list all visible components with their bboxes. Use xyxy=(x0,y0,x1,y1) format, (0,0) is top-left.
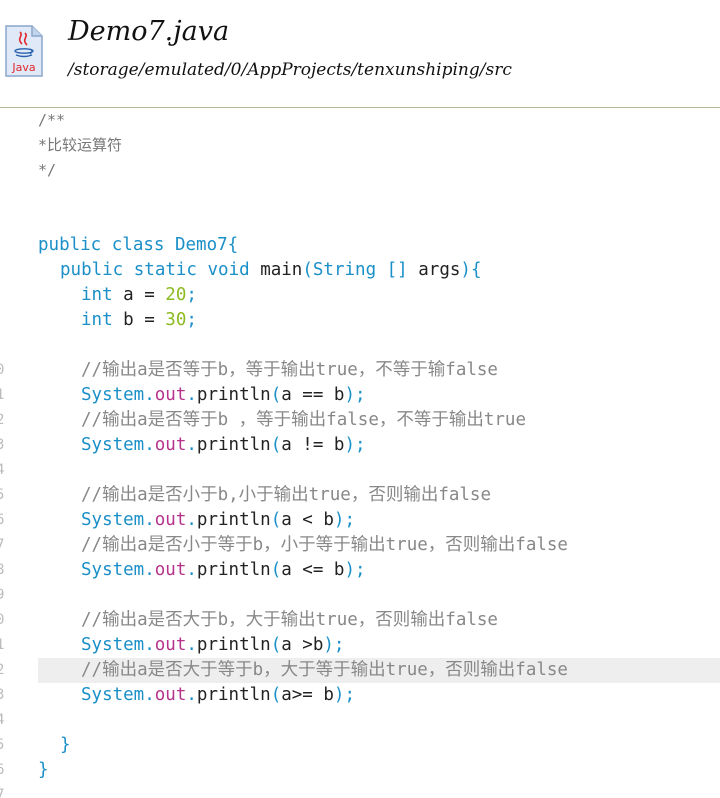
comment: //输出a是否小于等于b，小于等于输出true，否则输出false xyxy=(81,535,568,555)
class-name: Demo7{ xyxy=(174,235,239,255)
current-code-line[interactable]: //输出a是否大于等于b，大于等于输出true，否则输出false xyxy=(38,658,720,683)
code-line[interactable]: 3 //输出a是否等于b ，等于输出false，不等于输出true xyxy=(0,408,720,453)
comment: //输出a是否大于b，大于输出true，否则输出false xyxy=(81,610,498,630)
doc-comment-open: /** xyxy=(38,111,66,129)
code-line[interactable]: *比较运算符 xyxy=(0,133,720,158)
main-name: main xyxy=(260,260,303,280)
code-line[interactable]: int b = 30; xyxy=(0,308,720,333)
code-line[interactable]: 4 System.out.println(a != b); xyxy=(0,433,720,478)
code-line[interactable]: 1 //输出a是否大于b，大于输出true，否则输出false xyxy=(0,608,720,653)
code-line[interactable]: 7 } xyxy=(0,758,720,798)
code-line[interactable]: 6 //输出a是否小于b,小于输出true，否则输出false xyxy=(0,483,720,528)
closing-brace: } xyxy=(60,735,71,755)
code-line[interactable]: public class Demo7{ xyxy=(0,233,720,258)
java-file-icon: Java xyxy=(4,24,44,78)
code-line[interactable]: 7 System.out.println(a < b); xyxy=(0,508,720,553)
code-line[interactable]: 2 System.out.println(a == b); xyxy=(0,383,720,428)
code-editor[interactable]: /** *比较运算符 */ public class Demo7{ public… xyxy=(0,108,720,798)
gutter-cell: 3 xyxy=(0,658,38,703)
file-path: /storage/emulated/0/AppProjects/tenxunsh… xyxy=(68,60,512,80)
code-line[interactable]: 4 System.out.println(a>= b); xyxy=(0,683,720,728)
comment: //输出a是否大于等于b，大于等于输出true，否则输出false xyxy=(81,660,568,680)
code-line[interactable]: 2 System.out.println(a >b); xyxy=(0,633,720,678)
comment: //输出a是否等于b ，等于输出false，不等于输出true xyxy=(81,410,527,430)
code-line[interactable]: 0 xyxy=(0,583,720,628)
code-line[interactable]: 6 } xyxy=(0,733,720,778)
code-line[interactable]: 5 xyxy=(0,708,720,753)
line-number: 7 xyxy=(0,787,5,798)
comment: //输出a是否等于b，等于输出true，不等于输false xyxy=(81,360,498,380)
code-line[interactable]: 5 xyxy=(0,458,720,503)
main-modifiers: public static void xyxy=(60,260,261,280)
code-line[interactable]: 8 //输出a是否小于等于b，小于等于输出true，否则输出false xyxy=(0,533,720,578)
doc-comment-close: */ xyxy=(38,161,57,179)
closing-brace: } xyxy=(38,760,49,780)
comment: //输出a是否小于b,小于输出true，否则输出false xyxy=(81,485,492,505)
doc-comment-desc: *比较运算符 xyxy=(38,136,123,154)
editor-header: Java Demo7.java /storage/emulated/0/AppP… xyxy=(0,0,720,108)
param-type: String [] xyxy=(312,260,419,280)
param-name: args xyxy=(418,260,461,280)
code-line[interactable]: 9 System.out.println(a <= b); xyxy=(0,558,720,603)
code-line[interactable]: public static void main(String [] args){ xyxy=(0,258,720,283)
java-icon-label: Java xyxy=(11,61,35,74)
class-keyword: public class xyxy=(38,235,175,255)
code-line[interactable]: 0 xyxy=(0,333,720,378)
code-line[interactable]: */ xyxy=(0,158,720,183)
code-line[interactable]: int a = 20; xyxy=(0,283,720,308)
code-line[interactable]: /** xyxy=(0,108,720,133)
file-name-title: Demo7.java xyxy=(68,16,230,47)
code-line[interactable]: 1 //输出a是否等于b，等于输出true，不等于输false xyxy=(0,358,720,403)
